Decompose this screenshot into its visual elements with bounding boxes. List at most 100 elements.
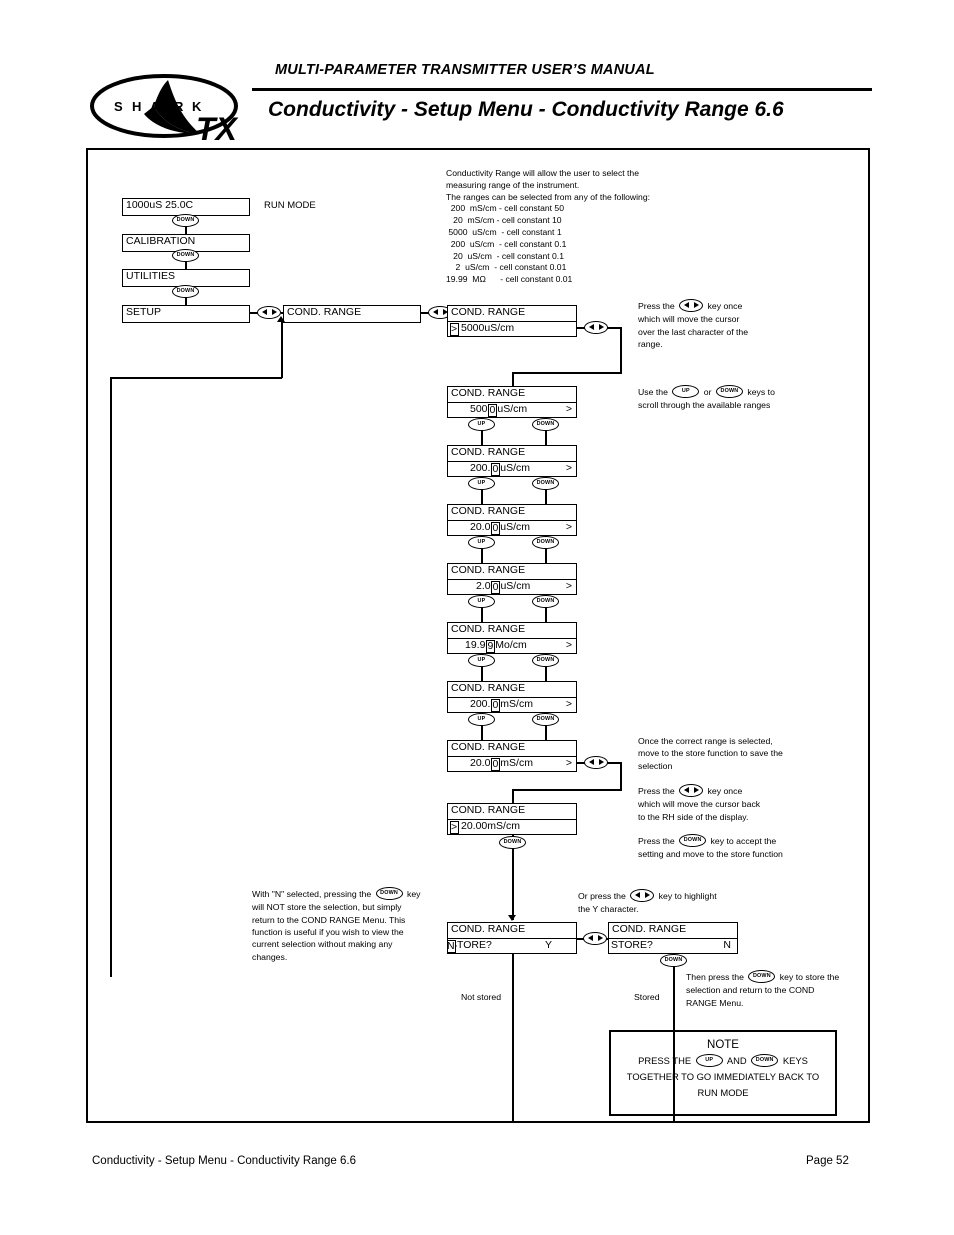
note-line-3: RUN MODE	[697, 1087, 749, 1098]
up-key[interactable]: UP	[695, 1054, 723, 1068]
lcd-cond-range-3: COND. RANGE 200. 0 uS/cm >	[447, 445, 577, 477]
up-key-label: UP	[477, 657, 486, 663]
lcd-title: COND. RANGE	[451, 564, 526, 576]
note-line-2: TOGETHER TO GO IMMEDIATELY BACK TO	[626, 1071, 820, 1082]
lcd-store-stored: COND. RANGE STORE? Y N	[608, 922, 738, 954]
up-key-label: UP	[705, 1057, 714, 1064]
down-key[interactable]: DOWN	[751, 1054, 779, 1068]
range-value: 19.9 9 Mo/cm	[465, 639, 527, 653]
annot-text: will NOT store the selection, but simply	[252, 902, 402, 913]
annot-text: the Y character.	[578, 904, 639, 915]
range-value-post: uS/cm	[497, 403, 528, 415]
range-option: 19.99 MΩ - cell constant 0.01	[446, 274, 573, 285]
manual-title: MULTI-PARAMETER TRANSMITTER USER’S MANUA…	[275, 62, 655, 78]
lcd-cond-range-7: COND. RANGE 200. 0 mS/cm >	[447, 681, 577, 713]
annot-text: selection	[638, 760, 673, 771]
connector	[545, 725, 547, 741]
lcd-setup: SETUP	[122, 305, 250, 323]
left-right-key[interactable]	[679, 299, 704, 313]
annotation-3: Once the correct range is selected, move…	[638, 735, 838, 772]
range-value: 5000uS/cm	[470, 403, 528, 417]
annot-text: With "N" selected, pressing the	[252, 889, 372, 899]
range-option: 5000 uS/cm - cell constant 1	[446, 226, 562, 237]
up-key-label: UP	[477, 421, 486, 427]
down-key[interactable]: DOWN	[172, 214, 199, 227]
left-arrow-icon	[588, 759, 594, 765]
lcd-line: COND. RANGE	[287, 306, 362, 318]
connector	[607, 327, 621, 329]
connector	[481, 666, 483, 682]
annotation-4: Press the key once which will move the c…	[638, 784, 838, 823]
range-value-pre: 2.0	[476, 580, 491, 592]
annot-text: Then press the	[686, 972, 744, 982]
range-value-pre: 200.	[470, 698, 491, 710]
down-key-label: DOWN	[380, 890, 399, 897]
left-arrow-icon	[432, 309, 438, 315]
right-arrow-icon	[597, 935, 603, 941]
down-key[interactable]: DOWN	[748, 970, 776, 984]
lcd-title: COND. RANGE	[451, 804, 526, 816]
left-right-key[interactable]	[679, 784, 704, 798]
page-title: Conductivity - Setup Menu - Conductivity…	[268, 98, 784, 121]
footer-title: Conductivity - Setup Menu - Conductivity…	[92, 1155, 356, 1167]
svg-text:S: S	[114, 99, 123, 114]
annot-text: range.	[638, 339, 663, 350]
up-key[interactable]: UP	[672, 385, 700, 399]
return-connector	[281, 322, 283, 378]
connector	[620, 762, 622, 790]
left-right-key[interactable]	[584, 321, 608, 334]
annotation-8: With "N" selected, pressing the DOWN key…	[252, 887, 448, 963]
range-value-pre: 20.0	[470, 521, 491, 533]
range-value-post: mS/cm	[500, 698, 533, 710]
down-key[interactable]: DOWN	[172, 249, 199, 262]
return-connector	[110, 377, 282, 379]
connector	[607, 762, 621, 764]
annotation-7: Then press the DOWN key to store the sel…	[686, 970, 854, 1009]
connector	[545, 666, 547, 682]
range-value-pre: 500	[470, 403, 488, 415]
annotation-1: Press the key once which will move the c…	[638, 299, 818, 350]
lcd-value-row: 2.0 0 uS/cm >	[448, 579, 576, 594]
connector	[481, 430, 483, 446]
cursor-indicator: >	[449, 820, 459, 834]
lcd-title: COND. RANGE	[451, 741, 526, 753]
annot-text: Once the correct range is selected,	[638, 736, 773, 746]
annot-text: which will move the cursor back	[638, 799, 761, 810]
range-option: 200 mS/cm - cell constant 50	[446, 203, 564, 214]
down-key[interactable]: DOWN	[715, 385, 743, 399]
lcd-store-not-stored: COND. RANGE STORE? Y N	[447, 922, 577, 954]
down-key[interactable]: DOWN	[172, 285, 199, 298]
up-key-label: UP	[681, 388, 690, 395]
annot-text: setting and move to the store function	[638, 849, 783, 860]
down-key-label: DOWN	[536, 716, 555, 722]
left-right-key[interactable]	[630, 889, 655, 903]
range-value-post: uS/cm	[500, 580, 531, 592]
range-value-post: mS/cm	[500, 757, 533, 769]
connector	[512, 372, 622, 374]
range-option: 20 uS/cm - cell constant 0.1	[446, 250, 564, 261]
down-key[interactable]: DOWN	[375, 887, 403, 901]
intro-line-2: measuring range of the instrument.	[446, 179, 580, 190]
left-right-key[interactable]	[583, 932, 607, 945]
down-key[interactable]: DOWN	[679, 834, 707, 848]
connector	[545, 489, 547, 505]
lcd-cond-range-4: COND. RANGE 20.0 0 uS/cm >	[447, 504, 577, 536]
cursor-indicator: >	[449, 322, 459, 336]
lcd-value-row: 19.9 9 Mo/cm >	[448, 638, 576, 653]
cursor-char: 0	[491, 580, 500, 594]
lcd-title: COND. RANGE	[612, 923, 687, 935]
left-arrow-icon	[634, 892, 640, 899]
down-key-label: DOWN	[720, 388, 739, 395]
range-value: 200. 0 mS/cm	[470, 698, 533, 712]
annot-text: AND	[726, 1055, 747, 1066]
left-arrow-icon	[683, 302, 689, 309]
header-divider	[252, 88, 872, 91]
annot-text: or	[703, 387, 712, 397]
down-key-label: DOWN	[752, 973, 771, 980]
annot-text: Press the	[638, 786, 675, 796]
annot-text: keys to	[747, 387, 775, 397]
annot-text: current selection without making any	[252, 939, 393, 950]
lcd-title: COND. RANGE	[451, 505, 526, 517]
annot-text: key to store the	[779, 972, 840, 982]
left-right-key[interactable]	[584, 756, 608, 769]
